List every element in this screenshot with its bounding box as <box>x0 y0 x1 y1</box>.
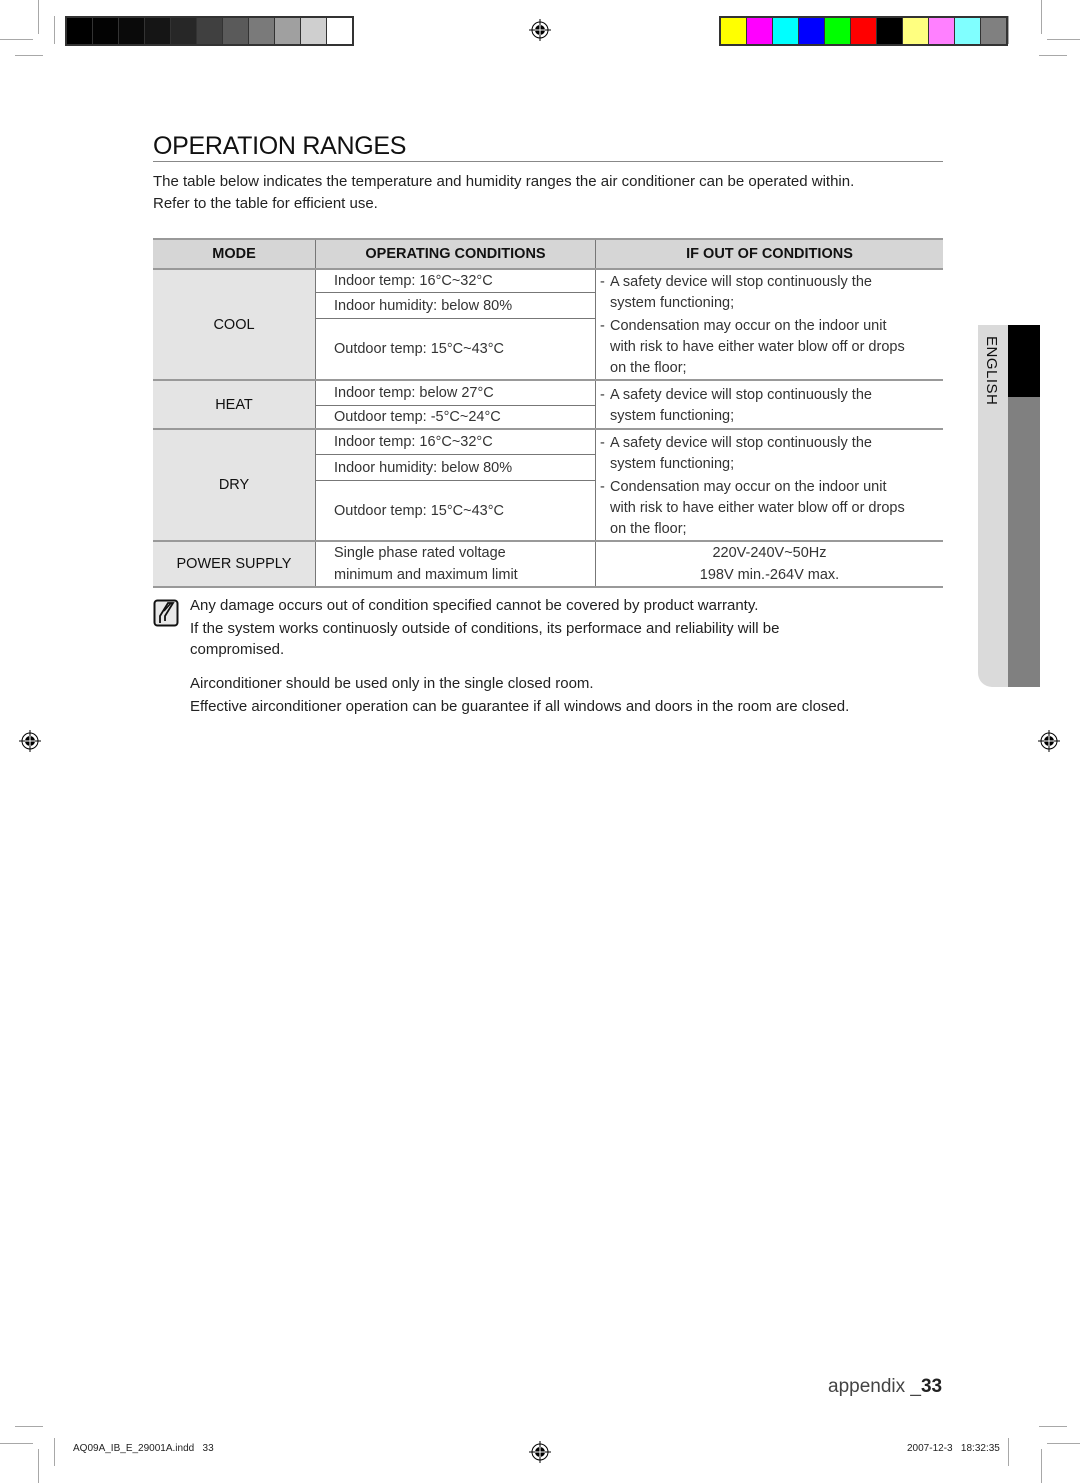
language-tab-label: ENGLISH <box>983 336 1000 406</box>
consequence-item: - Condensation may occur on the indoor un… <box>600 318 905 376</box>
grayscale-swatch <box>275 18 300 44</box>
mode-cell: HEAT <box>153 380 316 430</box>
voltage-limit-value: 198V min.-264V max. <box>699 567 840 583</box>
crop-mark <box>0 39 33 40</box>
consequence-item: -A safety device will stop continuously … <box>600 387 872 424</box>
note-reliability-cont: compromised. <box>190 641 285 658</box>
consequence-item: -A safety device will stop continuously … <box>600 435 872 472</box>
crop-mark <box>15 55 43 56</box>
registration-mark-icon <box>529 1441 551 1463</box>
condition-line: minimum and maximum limit <box>334 567 518 583</box>
file-slug: AQ09A_IB_E_29001A.indd 33 <box>73 1443 214 1454</box>
color-swatch <box>747 18 772 44</box>
condition-cell: Outdoor temp: 15°C~43°C <box>315 318 596 382</box>
intro-paragraph: The table below indicates the temperatur… <box>153 171 953 215</box>
page-footer: appendix _33 <box>828 1376 942 1398</box>
crop-mark <box>1039 1426 1067 1427</box>
mode-cell: POWER SUPPLY <box>153 541 316 588</box>
page-title: OPERATION RANGES <box>153 132 407 160</box>
note-icon <box>153 599 179 627</box>
condition-cell: Outdoor temp: 15°C~43°C <box>315 480 596 543</box>
condition-cell: Outdoor temp: -5°C~24°C <box>315 405 596 430</box>
consequence-item: -A safety device will stop continuously … <box>600 274 872 311</box>
table-row: HEAT Indoor temp: below 27°C -A safety d… <box>153 380 943 430</box>
table-row: COOL Indoor temp: 16°C~32°C -A safety de… <box>153 269 943 381</box>
section-name: appendix _ <box>828 1376 921 1397</box>
condition-line: Single phase rated voltage <box>334 545 506 561</box>
header-if-out-of-conditions: IF OUT OF CONDITIONS <box>595 238 943 270</box>
grayscale-calibration-bar <box>65 16 354 46</box>
grayscale-swatch <box>119 18 144 44</box>
condition-cell: Indoor temp: 16°C~32°C <box>315 269 596 294</box>
condition-cell: Indoor humidity: below 80% <box>315 454 596 482</box>
grayscale-swatch <box>67 18 92 44</box>
grayscale-swatch <box>171 18 196 44</box>
crop-mark <box>54 1438 55 1466</box>
color-swatch <box>903 18 928 44</box>
registration-mark-icon <box>19 730 41 752</box>
mode-cell: DRY <box>153 429 316 542</box>
grayscale-swatch <box>301 18 326 44</box>
header-operating-conditions: OPERATING CONDITIONS <box>315 238 596 270</box>
registration-mark-icon <box>529 19 551 41</box>
color-swatch <box>721 18 746 44</box>
power-values-cell: 220V-240V~50Hz 198V min.-264V max. <box>595 541 943 588</box>
grayscale-swatch <box>145 18 170 44</box>
color-swatch <box>825 18 850 44</box>
crop-mark <box>1047 39 1080 40</box>
color-swatch <box>929 18 954 44</box>
crop-mark <box>54 16 55 44</box>
crop-mark <box>1041 0 1042 34</box>
table-row: POWER SUPPLY Single phase rated voltage … <box>153 541 943 588</box>
color-swatch <box>981 18 1006 44</box>
title-divider <box>153 161 943 162</box>
table-header-row: MODE OPERATING CONDITIONS IF OUT OF COND… <box>153 238 943 270</box>
grayscale-swatch <box>197 18 222 44</box>
timestamp-slug: 2007-12-3 18:32:35 <box>907 1443 1000 1454</box>
crop-mark <box>0 1443 33 1444</box>
color-swatch <box>799 18 824 44</box>
rated-voltage-value: 220V-240V~50Hz <box>712 545 827 561</box>
color-swatch <box>773 18 798 44</box>
crop-mark <box>1041 1449 1042 1483</box>
grayscale-swatch <box>249 18 274 44</box>
condition-cell: Indoor temp: 16°C~32°C <box>315 429 596 456</box>
grayscale-swatch <box>223 18 248 44</box>
registration-mark-icon <box>1038 730 1060 752</box>
color-swatch <box>877 18 902 44</box>
header-mode: MODE <box>153 238 316 270</box>
crop-mark <box>1008 16 1009 44</box>
intro-line: The table below indicates the temperatur… <box>153 173 855 190</box>
color-calibration-bar <box>719 16 1008 46</box>
grayscale-swatch <box>327 18 352 44</box>
condition-cell: Single phase rated voltage minimum and m… <box>315 541 596 588</box>
note-warranty: Any damage occurs out of condition speci… <box>190 597 759 614</box>
intro-line: Refer to the table for efficient use. <box>153 195 378 212</box>
consequence-item: - Condensation may occur on the indoor un… <box>600 479 905 537</box>
condition-cell: Indoor humidity: below 80% <box>315 292 596 320</box>
page-number: 33 <box>920 1376 943 1397</box>
operation-ranges-table: MODE OPERATING CONDITIONS IF OUT OF COND… <box>153 238 943 588</box>
consequence-cell: -A safety device will stop continuously … <box>595 429 943 542</box>
note-reliability: If the system works continuosly outside … <box>190 620 780 637</box>
note-closed-room: Effective airconditioner operation can b… <box>190 698 850 715</box>
crop-mark <box>15 1426 43 1427</box>
crop-mark <box>38 0 39 34</box>
mode-cell: COOL <box>153 269 316 381</box>
table-row: DRY Indoor temp: 16°C~32°C -A safety dev… <box>153 429 943 542</box>
color-swatch <box>955 18 980 44</box>
language-tab-indicator <box>1008 325 1040 397</box>
condition-cell: Indoor temp: below 27°C <box>315 380 596 406</box>
crop-mark <box>1008 1438 1009 1466</box>
grayscale-swatch <box>93 18 118 44</box>
consequence-cell: -A safety device will stop continuously … <box>595 269 943 381</box>
crop-mark <box>1047 1443 1080 1444</box>
crop-mark <box>38 1449 39 1483</box>
note-single-room: Airconditioner should be used only in th… <box>190 675 594 692</box>
consequence-cell: -A safety device will stop continuously … <box>595 380 943 430</box>
color-swatch <box>851 18 876 44</box>
crop-mark <box>1039 55 1067 56</box>
